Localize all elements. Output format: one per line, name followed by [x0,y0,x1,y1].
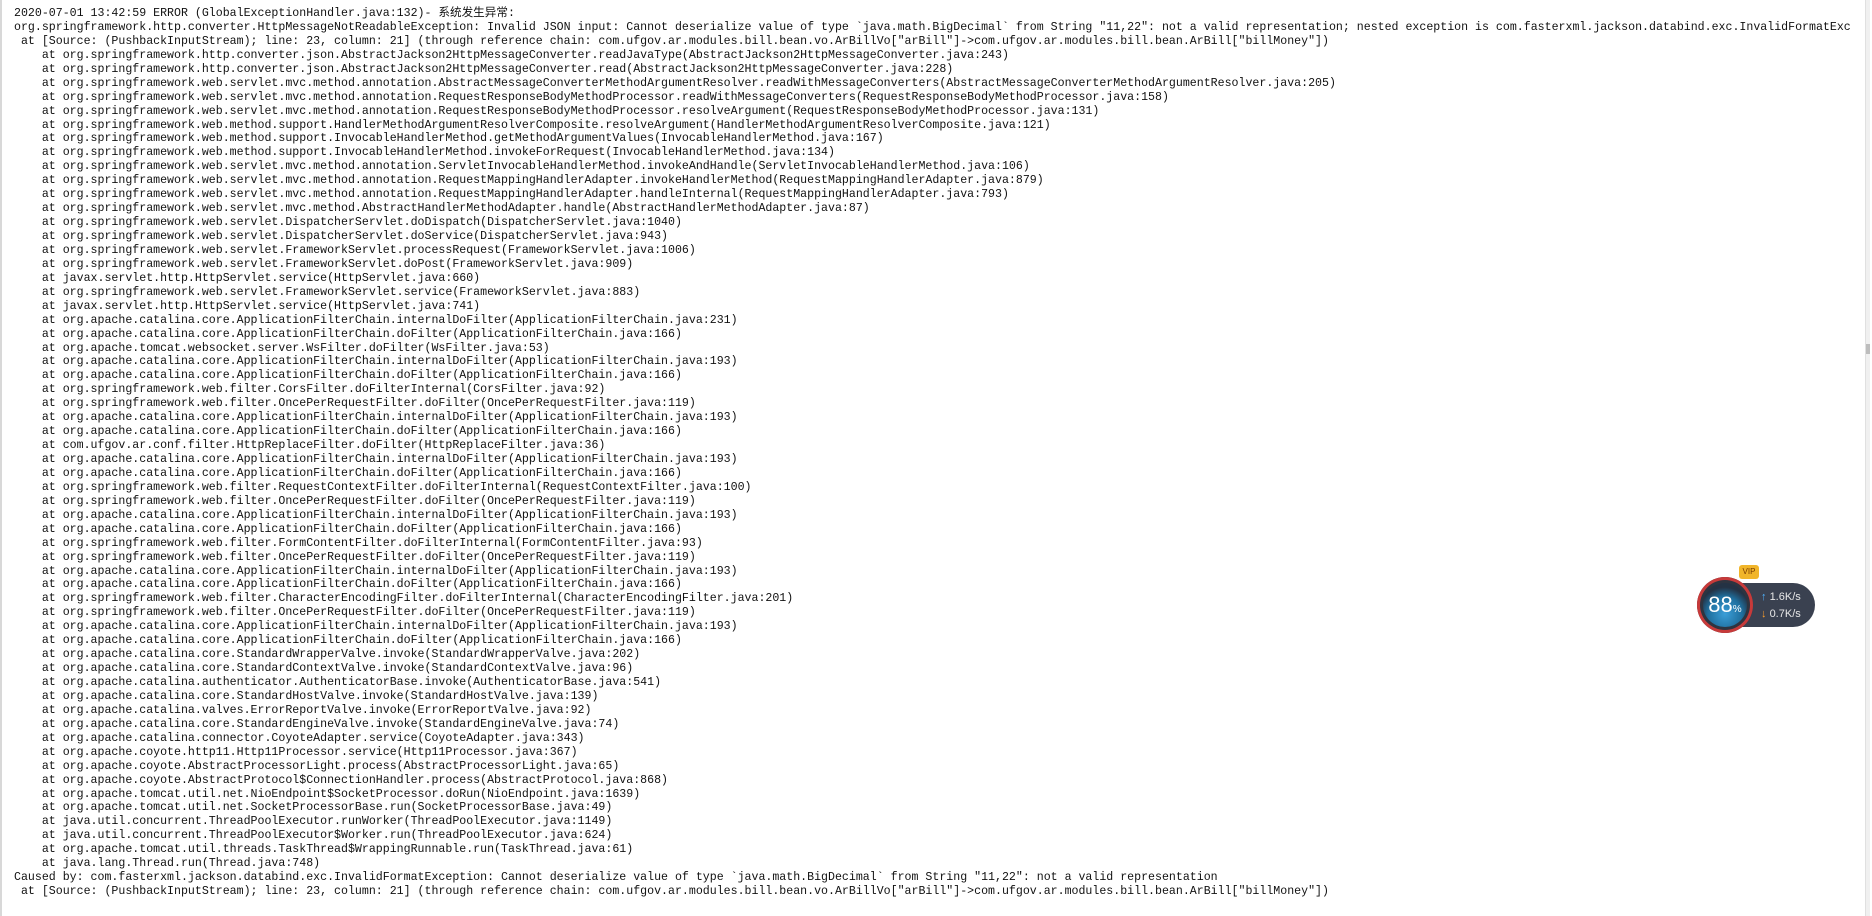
log-line: at org.apache.catalina.connector.CoyoteA… [14,731,585,745]
log-line: at javax.servlet.http.HttpServlet.servic… [14,299,481,313]
log-line: at org.apache.catalina.authenticator.Aut… [14,676,662,689]
log-line: org.springframework.http.converter.HttpM… [14,20,1851,34]
log-lines: 2020-07-01 13:42:59 ERROR (GlobalExcepti… [14,7,1870,899]
log-line: at [Source: (PushbackInputStream); line:… [14,34,1329,48]
memory-percent: 88% [1701,593,1749,622]
log-line: at org.springframework.web.filter.FormCo… [14,536,703,550]
log-line: at org.apache.coyote.AbstractProcessorLi… [14,759,620,773]
log-line: at org.springframework.web.servlet.Frame… [14,257,634,271]
log-line: at org.springframework.web.method.suppor… [14,132,884,146]
log-line: at org.apache.coyote.http11.Http11Proces… [14,745,578,759]
log-line: at org.apache.catalina.core.ApplicationF… [14,425,682,439]
log-line: at org.springframework.web.servlet.Frame… [14,243,696,257]
log-line: at org.springframework.http.converter.js… [14,48,1009,62]
log-line: at org.apache.tomcat.util.threads.TaskTh… [14,843,634,857]
log-line: at org.apache.catalina.core.ApplicationF… [14,355,738,369]
log-line: at org.apache.catalina.core.ApplicationF… [14,564,738,578]
log-line: at org.springframework.web.filter.Reques… [14,480,752,494]
log-line: at org.springframework.web.filter.CorsFi… [14,383,606,397]
log-line: at org.springframework.web.method.suppor… [14,118,1051,132]
log-line: at org.apache.coyote.AbstractProtocol$Co… [14,773,668,787]
upload-arrow-icon: ↑ [1761,591,1767,603]
log-line: at org.apache.catalina.core.ApplicationF… [14,522,682,536]
log-line: at java.lang.Thread.run(Thread.java:748) [14,857,321,871]
log-line: at java.util.concurrent.ThreadPoolExecut… [14,815,613,829]
download-arrow-icon: ↓ [1761,608,1767,620]
log-line: at org.springframework.web.filter.OncePe… [14,494,696,508]
log-line: at org.springframework.web.servlet.Dispa… [14,230,668,243]
log-line: at org.apache.tomcat.util.net.NioEndpoin… [14,787,641,801]
log-line: at org.apache.catalina.core.StandardEngi… [14,717,620,731]
log-line: at com.ufgov.ar.conf.filter.HttpReplaceF… [14,439,606,453]
log-line: at org.springframework.web.method.suppor… [14,146,835,160]
upload-rate-value: 1.6K/s [1769,591,1801,603]
upload-rate: ↑ 1.6K/s [1761,591,1801,603]
log-line: at org.apache.catalina.core.ApplicationF… [14,634,682,648]
log-line: at org.springframework.web.servlet.Dispa… [14,216,682,230]
log-line: at org.springframework.web.servlet.mvc.m… [14,160,1030,174]
vip-crown-icon: VIP [1739,565,1759,579]
log-line: at org.apache.catalina.core.ApplicationF… [14,313,738,327]
log-line: at org.springframework.web.servlet.mvc.m… [14,76,1336,90]
log-line: at org.springframework.web.servlet.Frame… [14,285,641,299]
log-viewer[interactable]: 2020-07-01 13:42:59 ERROR (GlobalExcepti… [0,0,1870,916]
download-rate: ↓ 0.7K/s [1761,608,1801,620]
log-line: at javax.servlet.http.HttpServlet.servic… [14,271,481,285]
scroll-marker[interactable] [1866,344,1870,354]
log-line: at org.apache.catalina.core.ApplicationF… [14,411,738,425]
log-line: at org.apache.catalina.core.StandardWrap… [14,648,641,662]
log-line: at org.apache.catalina.valves.ErrorRepor… [14,703,592,717]
log-line: at org.apache.tomcat.websocket.server.Ws… [14,341,550,355]
log-line: at org.apache.catalina.core.ApplicationF… [14,453,738,466]
log-line: at org.springframework.web.filter.OncePe… [14,397,696,411]
vertical-scrollbar[interactable] [1865,0,1870,916]
log-line: Caused by: com.fasterxml.jackson.databin… [14,871,1218,885]
log-line: at org.apache.catalina.core.ApplicationF… [14,578,682,592]
log-line: at java.util.concurrent.ThreadPoolExecut… [14,829,613,843]
log-line: at org.springframework.http.converter.js… [14,62,954,76]
log-line: at org.springframework.web.filter.OncePe… [14,606,696,620]
percent-value: 88 [1708,592,1733,617]
log-line: at org.apache.catalina.core.StandardCont… [14,662,634,676]
log-line: 2020-07-01 13:42:59 ERROR (GlobalExcepti… [14,7,515,20]
log-line: at org.apache.catalina.core.ApplicationF… [14,466,682,480]
log-line: at org.springframework.web.servlet.mvc.m… [14,174,1044,188]
percent-unit: % [1732,604,1742,615]
log-line: at org.apache.catalina.core.ApplicationF… [14,620,738,634]
log-line: at org.springframework.web.servlet.mvc.m… [14,90,1169,104]
log-line: at org.apache.catalina.core.StandardHost… [14,689,599,703]
log-line: at [Source: (PushbackInputStream); line:… [14,885,1329,899]
log-line: at org.springframework.web.filter.OncePe… [14,550,696,564]
log-line: at org.springframework.web.servlet.mvc.m… [14,104,1100,118]
log-line: at org.apache.catalina.core.ApplicationF… [14,327,682,341]
log-line: at org.springframework.web.servlet.mvc.m… [14,202,870,216]
log-line: at org.apache.catalina.core.ApplicationF… [14,369,682,383]
download-rate-value: 0.7K/s [1769,608,1801,620]
log-line: at org.springframework.web.servlet.mvc.m… [14,188,1009,202]
log-line: at org.springframework.web.filter.Charac… [14,592,794,606]
network-speed-widget[interactable]: 88% VIP ↑ 1.6K/s ↓ 0.7K/s [1697,565,1817,633]
log-line: at org.apache.tomcat.util.net.SocketProc… [14,801,613,815]
log-line: at org.apache.catalina.core.ApplicationF… [14,508,738,522]
